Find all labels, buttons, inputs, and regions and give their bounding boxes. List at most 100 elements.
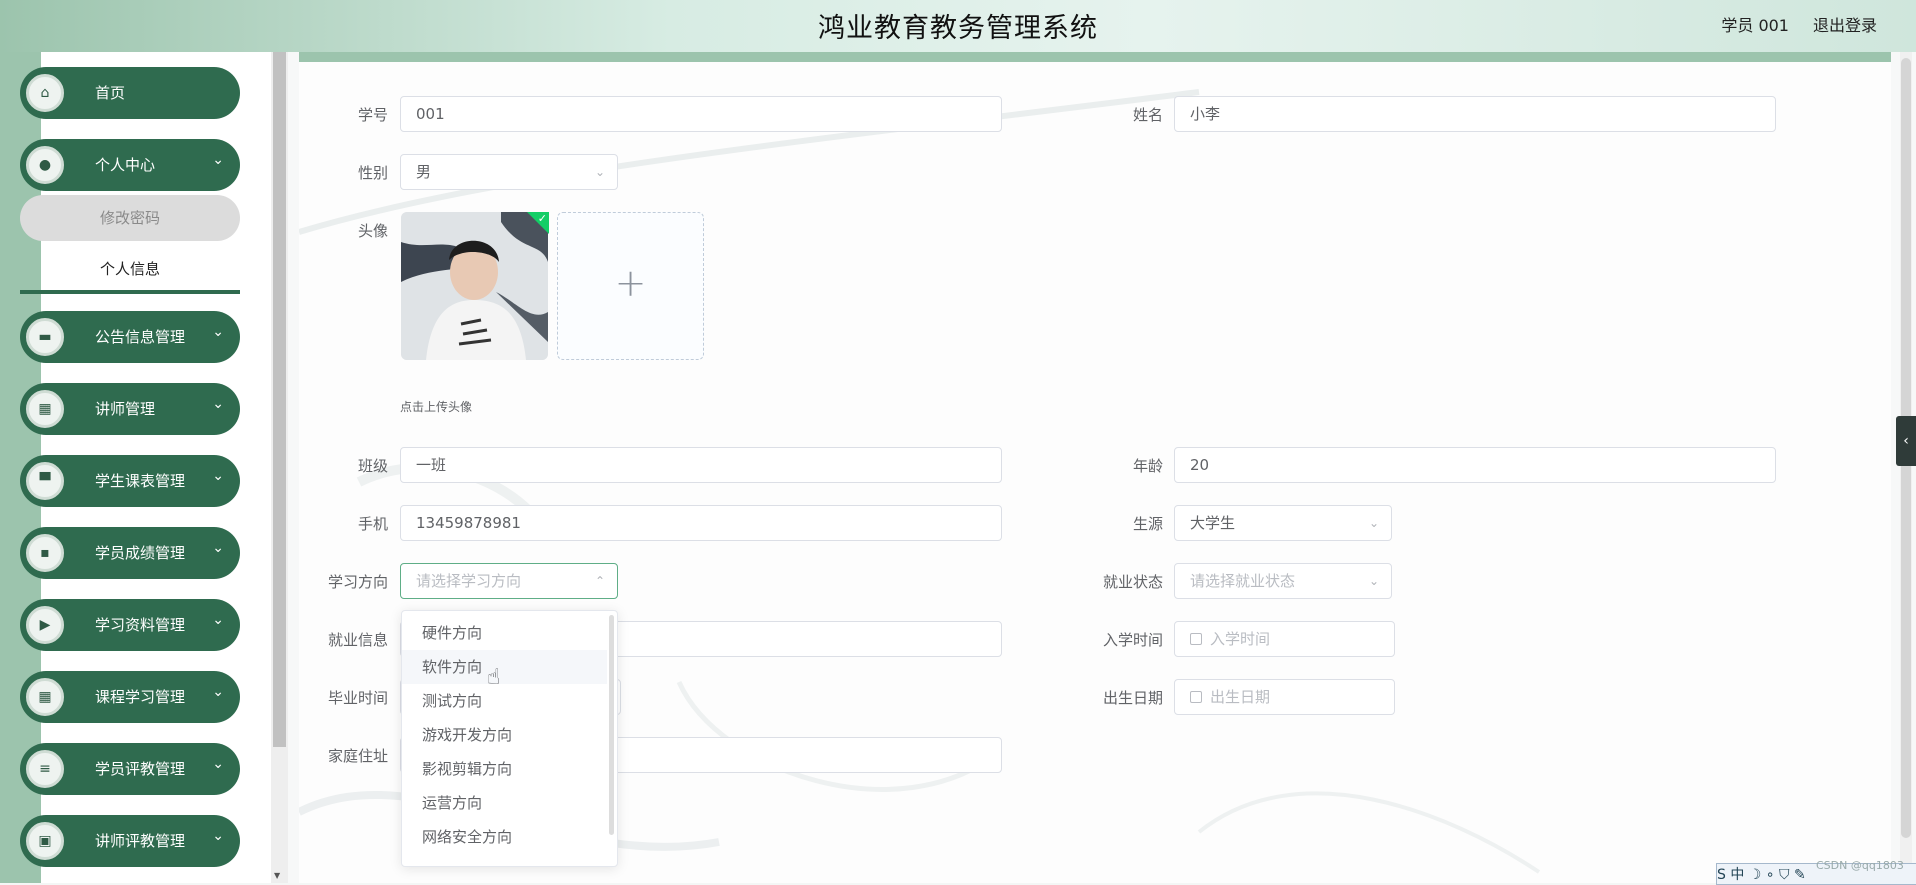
chevron-down-icon: ⌄ [212, 468, 224, 484]
chevron-down-icon: ⌄ [594, 165, 605, 179]
employment-status-label: 就业状态 [1102, 573, 1163, 591]
chevron-down-icon: ⌄ [212, 828, 224, 844]
sidebar-item-label: 学习资料管理 [95, 616, 186, 634]
birth-date-label: 出生日期 [1102, 689, 1163, 707]
hand-cursor-icon: ☝ [487, 665, 501, 690]
class-label: 班级 [357, 457, 388, 475]
address-label: 家庭住址 [327, 747, 388, 765]
clipboard-icon: ▣ [26, 822, 64, 860]
dropdown-option[interactable]: 游戏开发方向 [402, 718, 607, 752]
notice-icon: ▬ [26, 318, 64, 356]
employment-status-placeholder: 请选择就业状态 [1190, 572, 1296, 590]
chevron-down-icon: ⌄ [212, 612, 224, 628]
sidebar-item-personal-center[interactable]: ● 个人中心 ⌄ [20, 139, 240, 191]
dropdown-option[interactable]: 软件方向 [402, 650, 607, 684]
calendar-icon [1190, 691, 1202, 703]
graduation-label: 毕业时间 [327, 689, 388, 707]
sidebar-item-label: 个人中心 [95, 156, 156, 174]
name-label: 姓名 [1132, 106, 1163, 124]
phone-field[interactable]: 13459878981 [400, 505, 1002, 541]
birth-date-placeholder: 出生日期 [1210, 688, 1271, 706]
source-select[interactable]: 大学生 ⌄ [1174, 505, 1392, 541]
chevron-down-icon: ⌄ [212, 684, 224, 700]
source-value: 大学生 [1190, 514, 1236, 532]
sidebar-subitem-change-password[interactable]: 修改密码 [20, 195, 240, 241]
plus-icon: + [614, 261, 647, 305]
scroll-down-arrow-icon[interactable]: ▼ [274, 871, 280, 880]
app-title: 鸿业教育教务管理系统 [818, 13, 1098, 44]
sidebar-item-grades[interactable]: ▪ 学员成绩管理 ⌄ [20, 527, 240, 579]
sidebar-item-label: 公告信息管理 [95, 328, 186, 346]
avatar-upload-hint: 点击上传头像 [400, 400, 473, 414]
student-id-label: 学号 [357, 106, 388, 124]
sidebar-item-label: 课程学习管理 [95, 688, 186, 706]
content-top-bar [299, 52, 1891, 62]
birth-date-picker[interactable]: 出生日期 [1174, 679, 1395, 715]
sidebar-item-home[interactable]: ⌂ 首页 [20, 67, 240, 119]
avatar-image[interactable] [401, 212, 548, 360]
sidebar-item-schedule[interactable]: ▀ 学生课表管理 ⌄ [20, 455, 240, 507]
drawer-toggle-chevron-left-icon[interactable]: ‹ [1896, 416, 1916, 466]
list-icon: ≡ [26, 750, 64, 788]
sidebar-item-label: 学员评教管理 [95, 760, 186, 778]
dropdown-scrollbar[interactable] [609, 615, 614, 835]
dropdown-option[interactable]: 网络安全方向 [402, 820, 607, 854]
top-header: 鸿业教育教务管理系统 学员 001 退出登录 [0, 0, 1916, 52]
dropdown-option[interactable]: 硬件方向 [402, 616, 607, 650]
grid-icon: ▦ [26, 390, 64, 428]
employment-status-select[interactable]: 请选择就业状态 ⌄ [1174, 563, 1392, 599]
sidebar-item-label: 学生课表管理 [95, 472, 186, 490]
chevron-down-icon: ⌄ [212, 540, 224, 556]
watermark: CSDN @qq1803 [1816, 859, 1904, 872]
sidebar-item-label: 首页 [95, 84, 126, 102]
chat-icon: ▪ [26, 534, 64, 572]
sidebar-item-materials[interactable]: ▶ 学习资料管理 ⌄ [20, 599, 240, 651]
video-icon: ▶ [26, 606, 64, 644]
phone-label: 手机 [357, 515, 388, 533]
chevron-down-icon: ⌄ [212, 756, 224, 772]
gender-label: 性别 [357, 164, 388, 182]
user-icon: ● [26, 146, 64, 184]
enroll-date-picker[interactable]: 入学时间 [1174, 621, 1395, 657]
sidebar-item-label: 学员成绩管理 [95, 544, 186, 562]
chevron-down-icon: ⌄ [1368, 574, 1379, 588]
chevron-down-icon: ⌄ [212, 152, 224, 168]
sidebar-item-course-study[interactable]: ▦ 课程学习管理 ⌄ [20, 671, 240, 723]
age-label: 年龄 [1132, 457, 1163, 475]
direction-placeholder: 请选择学习方向 [416, 572, 522, 590]
chevron-down-icon: ⌄ [1368, 516, 1379, 530]
current-user-label: 学员 001 [1721, 16, 1789, 35]
sidebar-item-student-eval[interactable]: ≡ 学员评教管理 ⌄ [20, 743, 240, 795]
avatar-label: 头像 [357, 222, 388, 240]
chevron-up-icon: ⌃ [594, 574, 605, 588]
direction-select[interactable]: 请选择学习方向 ⌃ [400, 563, 618, 599]
sidebar-item-label: 讲师管理 [95, 400, 156, 418]
age-field[interactable]: 20 [1174, 447, 1776, 483]
dropdown-option[interactable]: 影视剪辑方向 [402, 752, 607, 786]
logout-link[interactable]: 退出登录 [1813, 12, 1877, 36]
enroll-date-placeholder: 入学时间 [1210, 630, 1271, 648]
briefcase-icon: ▀ [26, 462, 64, 500]
dropdown-option[interactable]: 测试方向 [402, 684, 607, 718]
class-field[interactable]: 一班 [400, 447, 1002, 483]
grid-icon: ▦ [26, 678, 64, 716]
direction-dropdown: 硬件方向 软件方向 测试方向 游戏开发方向 影视剪辑方向 运营方向 网络安全方向 [401, 610, 618, 867]
chevron-down-icon: ⌄ [212, 396, 224, 412]
dropdown-option[interactable]: 运营方向 [402, 786, 607, 820]
sidebar-subitem-personal-info[interactable]: 个人信息 [20, 256, 240, 294]
enroll-date-label: 入学时间 [1102, 631, 1163, 649]
employment-info-label: 就业信息 [327, 631, 388, 649]
gender-select[interactable]: 男 ⌄ [400, 154, 618, 190]
chevron-down-icon: ⌄ [212, 324, 224, 340]
page-scrollbar[interactable] [1900, 52, 1912, 883]
student-id-field[interactable]: 001 [400, 96, 1002, 132]
sidebar-item-lecturer-eval[interactable]: ▣ 讲师评教管理 ⌄ [20, 815, 240, 867]
direction-label: 学习方向 [327, 573, 388, 591]
name-field[interactable]: 小李 [1174, 96, 1776, 132]
sidebar-item-notice[interactable]: ▬ 公告信息管理 ⌄ [20, 311, 240, 363]
sidebar-item-lecturer[interactable]: ▦ 讲师管理 ⌄ [20, 383, 240, 435]
source-label: 生源 [1132, 515, 1163, 533]
avatar-photo [401, 212, 548, 360]
avatar-upload-button[interactable]: + [557, 212, 704, 360]
home-icon: ⌂ [26, 74, 64, 112]
